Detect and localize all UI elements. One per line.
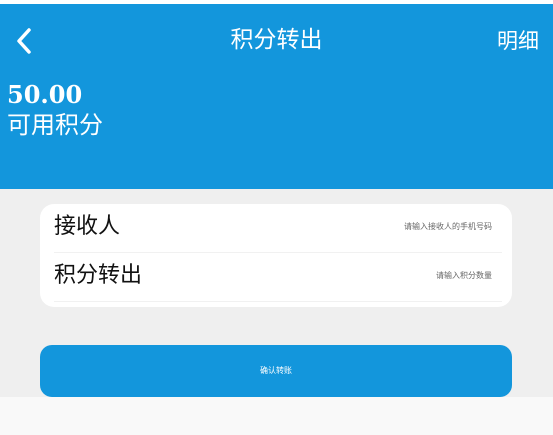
transfer-points-page: 积分转出 明细 50.00 可用积分 接收人 积分转出 确认转账 (0, 0, 553, 435)
available-points-label: 可用积分 (7, 111, 103, 139)
amount-label: 积分转出 (54, 263, 143, 288)
details-link[interactable]: 明细 (497, 26, 539, 56)
page-title: 积分转出 (230, 27, 323, 53)
confirm-transfer-button[interactable]: 确认转账 (40, 345, 512, 397)
points-amount-input[interactable] (292, 271, 492, 280)
available-points-value: 50.00 (7, 80, 83, 109)
header-banner: 积分转出 明细 50.00 可用积分 (0, 4, 553, 189)
amount-row: 积分转出 (54, 257, 502, 302)
recipient-label: 接收人 (54, 214, 121, 239)
recipient-row: 接收人 (54, 208, 502, 253)
transfer-form-card: 接收人 积分转出 (40, 204, 512, 307)
recipient-phone-input[interactable] (292, 222, 492, 231)
